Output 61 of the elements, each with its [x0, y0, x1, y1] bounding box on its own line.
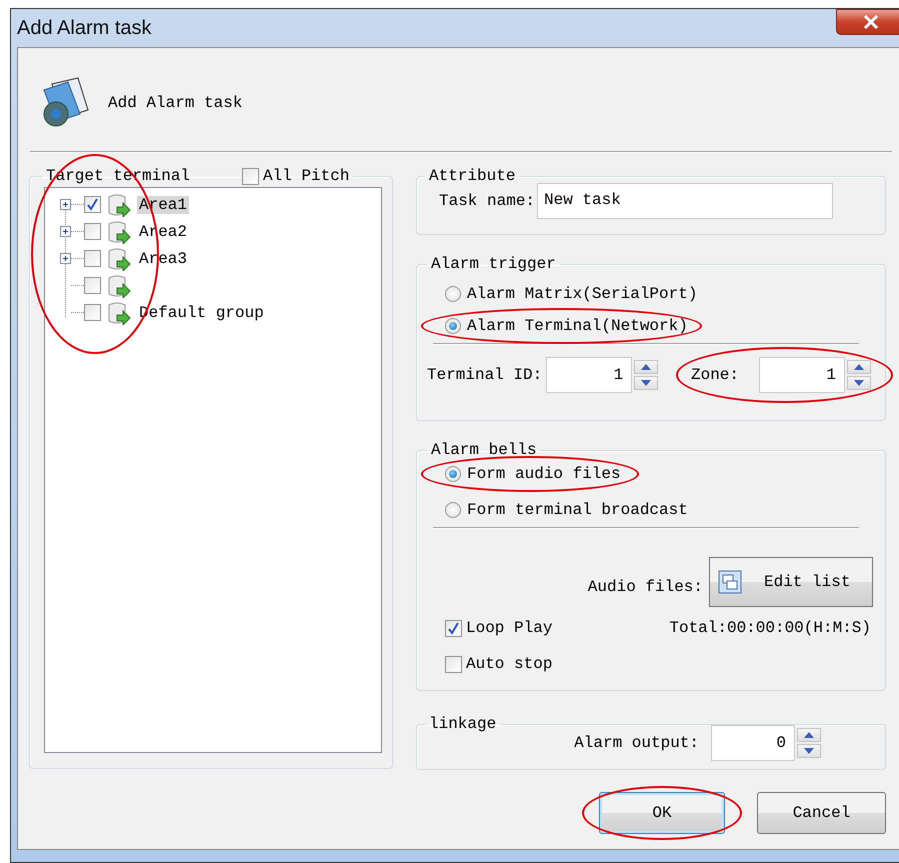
spin-up-button[interactable]	[797, 728, 821, 742]
spin-down-button[interactable]	[634, 376, 658, 390]
dialog-button[interactable]: Cancel	[757, 792, 886, 834]
down-arrow-icon	[641, 380, 652, 386]
checkbox[interactable]	[242, 168, 260, 184]
expand-icon[interactable]	[60, 199, 71, 210]
radio-label: Alarm Matrix(SerialPort)	[467, 285, 698, 303]
checkbox[interactable]	[445, 620, 462, 636]
checkbox[interactable]	[84, 277, 101, 294]
database-arrow-icon	[107, 220, 131, 244]
radio-label: Form terminal broadcast	[467, 501, 688, 519]
up-arrow-icon	[854, 364, 864, 370]
checkbox[interactable]	[84, 304, 101, 321]
group-title: Alarm bells	[430, 441, 538, 459]
checkbox[interactable]	[84, 196, 101, 213]
radio-button[interactable]	[445, 502, 461, 518]
down-arrow-icon	[854, 380, 864, 386]
spin-down-button[interactable]	[797, 744, 821, 758]
number-field[interactable]: 0	[711, 725, 795, 761]
down-arrow-icon	[804, 748, 814, 754]
edit-list-button[interactable]: Edit list	[709, 557, 873, 607]
total-duration: Total:00:00:00(H:M:S)	[669, 619, 871, 637]
field-label: Audio files:	[588, 578, 703, 596]
checkbox-label: Auto stop	[466, 655, 552, 673]
group-title: Attribute	[428, 167, 516, 185]
radio-label: Form audio files	[467, 465, 621, 483]
database-arrow-icon	[107, 274, 131, 298]
expand-icon[interactable]	[60, 226, 71, 237]
window-title: Add Alarm task	[17, 16, 152, 40]
spin-down-button[interactable]	[847, 376, 871, 390]
number-field[interactable]: 1	[546, 357, 632, 393]
checkbox[interactable]	[84, 250, 101, 267]
close-icon	[863, 15, 879, 29]
dialog-button[interactable]: OK	[599, 792, 725, 834]
field-label: Alarm output:	[574, 734, 699, 752]
spin-up-button[interactable]	[847, 360, 871, 374]
list-icon	[718, 570, 742, 594]
checkbox-label: Loop Play	[466, 619, 552, 637]
checkbox[interactable]	[84, 223, 101, 240]
radio-button[interactable]	[445, 318, 461, 334]
number-field[interactable]: 1	[759, 357, 845, 393]
up-arrow-icon	[641, 364, 652, 370]
group-title: linkage	[428, 715, 498, 733]
database-arrow-icon	[107, 300, 131, 324]
field-label: Zone:	[690, 366, 739, 384]
database-arrow-icon	[107, 192, 131, 216]
up-arrow-icon	[804, 732, 814, 738]
radio-button[interactable]	[445, 466, 461, 482]
group-title: Alarm trigger	[430, 255, 557, 273]
checkbox-label: All Pitch	[263, 167, 350, 185]
field-label: Task name:	[439, 192, 536, 210]
checkbox[interactable]	[445, 656, 462, 672]
radio-button[interactable]	[445, 286, 461, 302]
close-button[interactable]	[836, 9, 899, 35]
expand-icon[interactable]	[60, 253, 71, 264]
database-arrow-icon	[107, 246, 131, 270]
spin-up-button[interactable]	[634, 360, 658, 374]
field-label: Terminal ID:	[427, 366, 542, 384]
radio-label: Alarm Terminal(Network)	[467, 317, 688, 335]
task-name-field[interactable]: New task	[537, 183, 834, 219]
dialog-heading: Add Alarm task	[108, 94, 242, 112]
